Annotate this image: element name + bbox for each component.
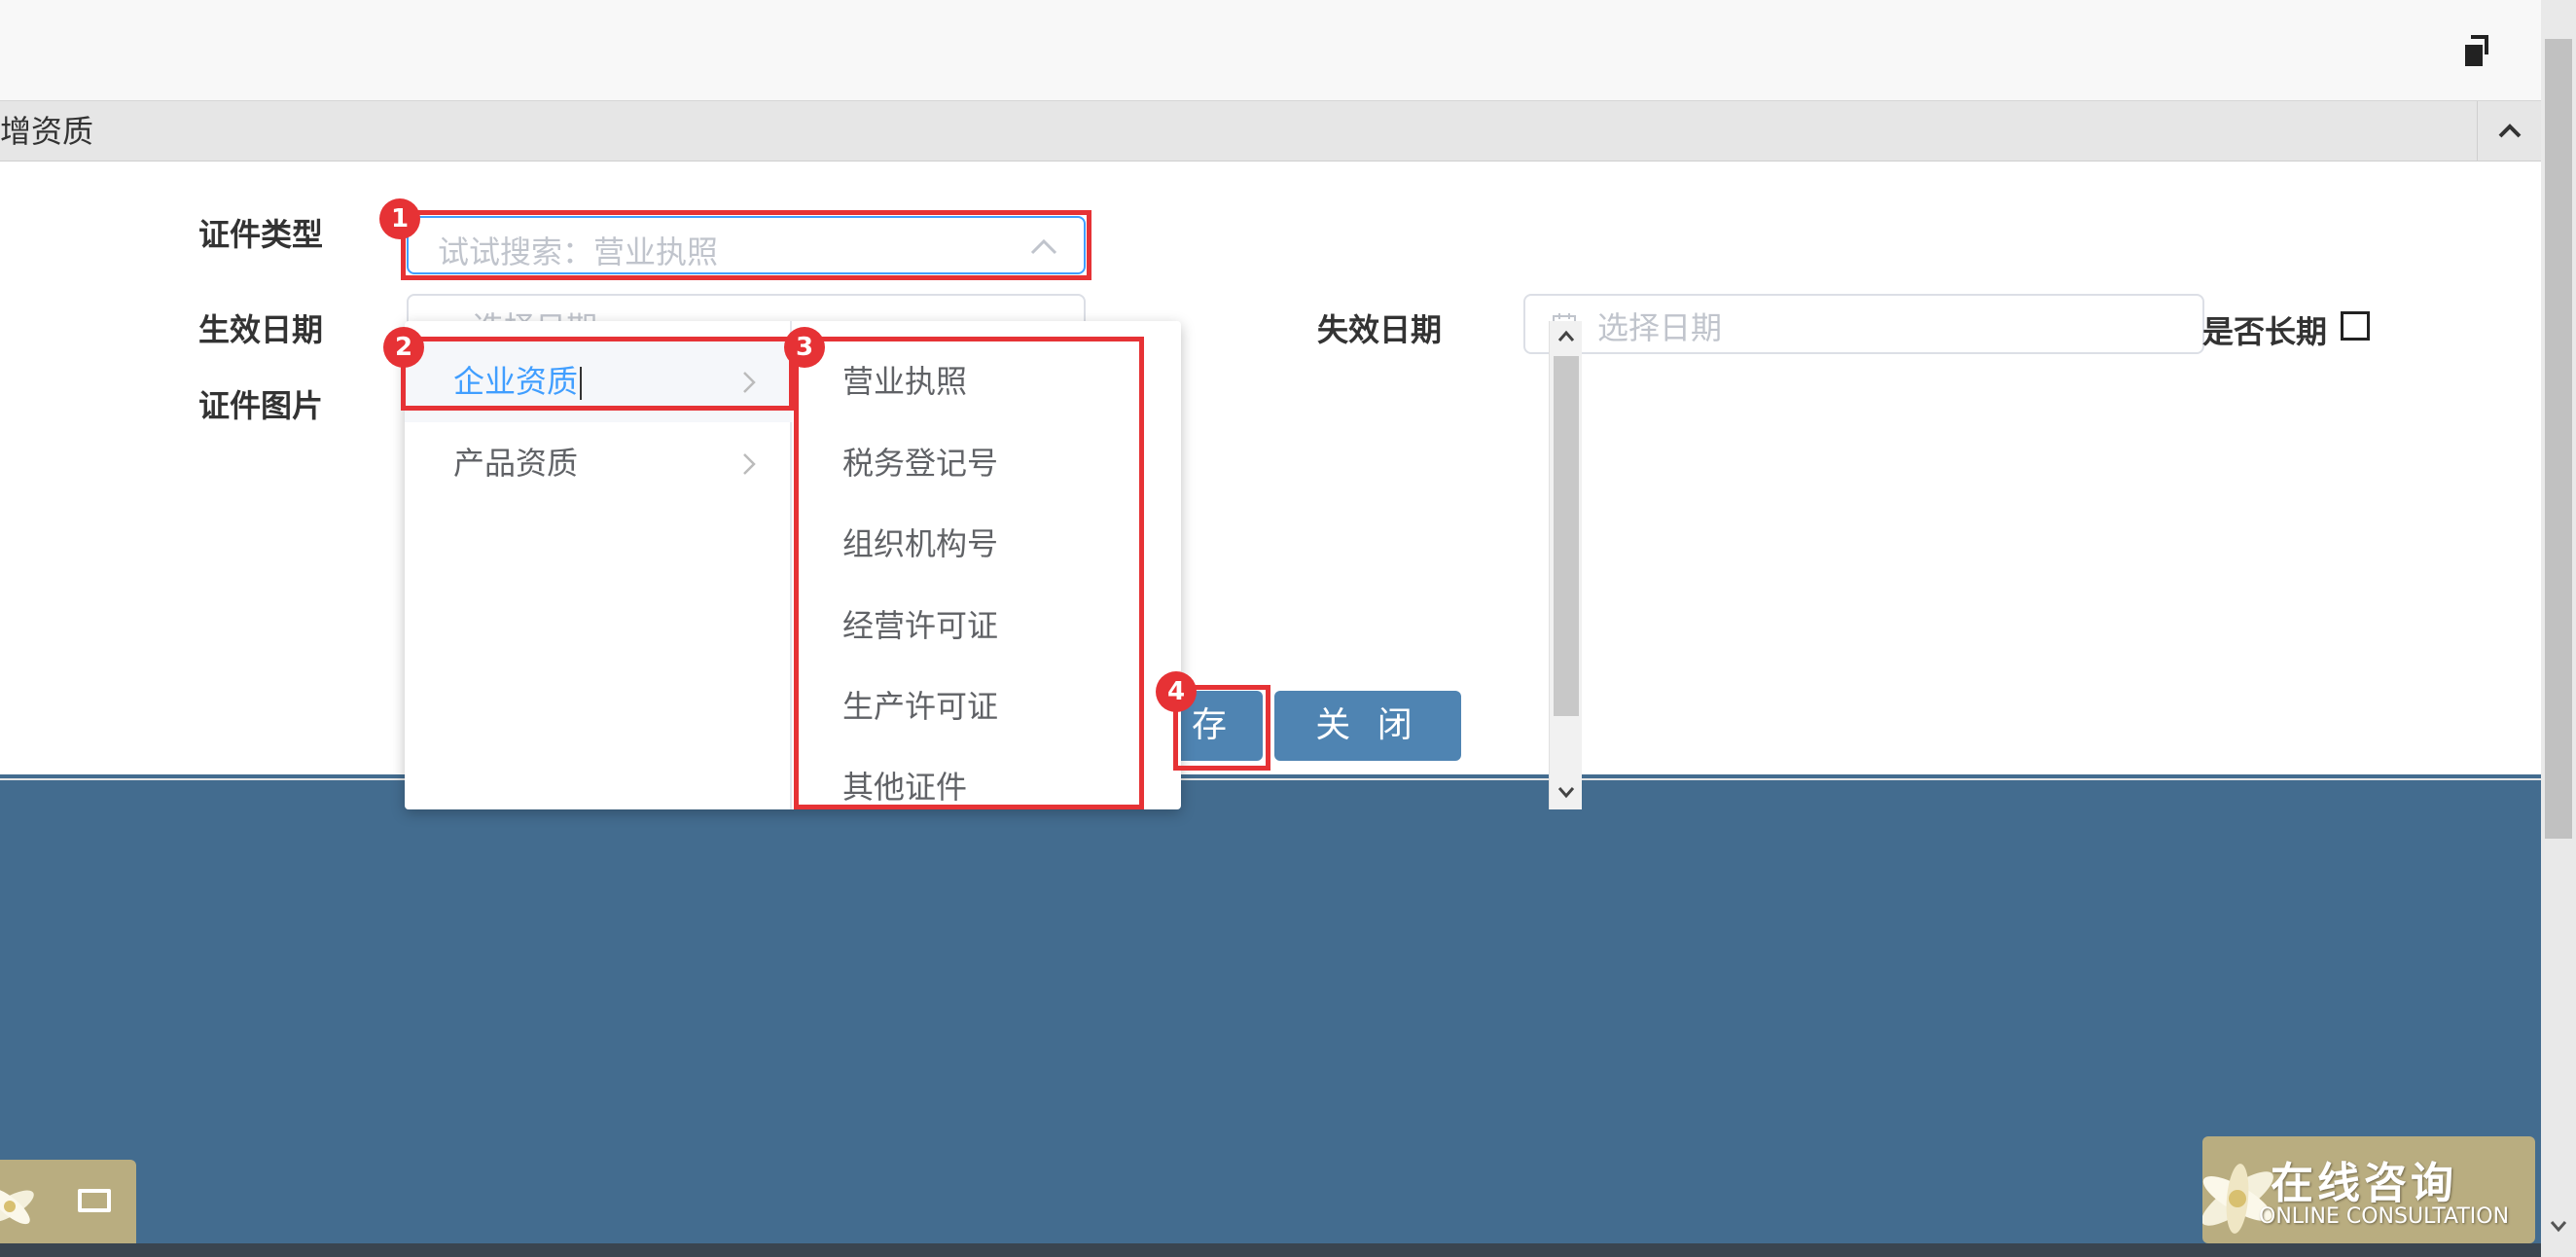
expiry-date-input[interactable]: 选择日期 <box>1523 294 2204 354</box>
window-scroll-thumb[interactable] <box>2545 39 2572 839</box>
cascader-item-product[interactable]: 产品资质 <box>405 422 792 504</box>
online-consultation-subtitle: ONLINE CONSULTATION <box>2259 1204 2510 1229</box>
long-term-checkbox[interactable] <box>2341 311 2370 341</box>
chevron-up-icon <box>2498 124 2522 138</box>
top-bar <box>0 0 2541 101</box>
collapse-button[interactable] <box>2477 101 2541 162</box>
annotation-box-2 <box>401 337 794 411</box>
expiry-date-label: 失效日期 <box>1317 311 1443 348</box>
annotation-box-1 <box>401 210 1091 280</box>
cert-image-label: 证件图片 <box>198 387 324 424</box>
scroll-down-icon[interactable] <box>2549 1216 2568 1236</box>
long-term-label: 是否长期 <box>2202 313 2328 350</box>
cascader-scrollbar[interactable] <box>1549 321 1582 809</box>
online-consultation-widget[interactable]: 在线咨询 ONLINE CONSULTATION <box>2202 1136 2535 1243</box>
scroll-thumb[interactable] <box>1554 356 1579 716</box>
scroll-down-icon[interactable] <box>1556 784 1576 800</box>
cert-type-label: 证件类型 <box>198 216 324 253</box>
annotation-badge-3: 3 <box>784 327 825 368</box>
panel-header: 增资质 <box>0 101 2541 162</box>
bottom-strip <box>0 1243 2541 1257</box>
expiry-date-placeholder: 选择日期 <box>1597 309 1723 346</box>
window-scrollbar[interactable] <box>2541 0 2576 1257</box>
annotation-badge-4: 4 <box>1156 671 1197 712</box>
cascader-item-label: 产品资质 <box>453 445 579 482</box>
annotation-badge-2: 2 <box>383 327 424 368</box>
chevron-right-icon <box>743 453 756 475</box>
divider <box>0 778 2541 780</box>
annotation-badge-1: 1 <box>379 198 420 239</box>
close-button[interactable]: 关 闭 <box>1274 691 1461 761</box>
minimized-widget[interactable] <box>0 1160 136 1243</box>
annotation-box-3 <box>794 337 1144 809</box>
effective-date-label: 生效日期 <box>198 311 324 348</box>
form-panel: 证件类型 生效日期 证件图片 试试搜索：营业执照 选择日期 失效日期 选择日期 … <box>0 162 2541 780</box>
restore-window-icon[interactable] <box>2465 35 2488 66</box>
online-consultation-title: 在线咨询 <box>2271 1159 2457 1208</box>
flower-icon <box>0 1188 34 1225</box>
restore-icon <box>78 1189 111 1212</box>
panel-title: 增资质 <box>0 113 94 150</box>
scroll-up-icon[interactable] <box>1556 329 1576 344</box>
